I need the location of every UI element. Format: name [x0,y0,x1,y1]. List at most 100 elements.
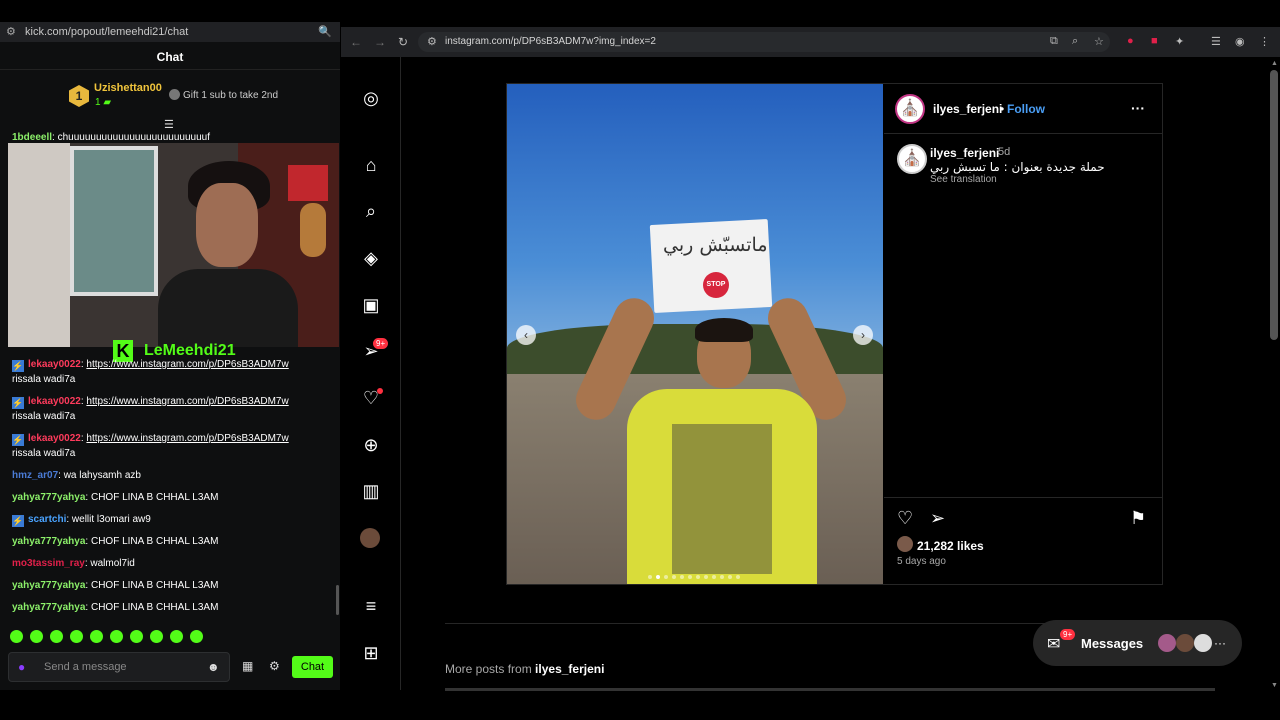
send-chat-button[interactable]: Chat [292,656,333,678]
emote-icon[interactable] [170,630,183,643]
carousel-dot [720,575,724,579]
author-avatar[interactable]: ⛪ [895,94,925,124]
scroll-up-arrow[interactable]: ▲ [1271,60,1278,67]
extension-icon[interactable]: ● [1127,35,1134,47]
sign-text: ماتسبّش ربي [663,234,768,256]
sub-badge-icon: ⚡ [12,515,24,527]
caption-author[interactable]: ilyes_ferjeni [930,146,999,160]
streamer-name-overlay: LeMeehdi21 [144,342,236,359]
more-posts-user[interactable]: ilyes_ferjeni [535,662,604,676]
likes-count[interactable]: 21,282 likes [917,539,984,553]
save-bookmark-icon[interactable]: ⚑ [1130,508,1146,529]
carousel-next-button[interactable]: › [853,325,873,345]
chat-username[interactable]: mo3tassim_ray [12,558,85,569]
explore-icon[interactable]: ◈ [360,247,382,269]
emote-icon[interactable] [190,630,203,643]
chat-link[interactable]: https://www.instagram.com/p/DP6sB3ADM7w [86,396,288,407]
chat-text: rissala wadi7a [12,374,76,385]
chat-username[interactable]: lekaay0022 [28,433,81,444]
site-settings-icon[interactable]: ⚙ [6,22,16,42]
more-posts-prefix: More posts from [445,662,532,676]
profile-avatar[interactable] [360,528,380,548]
store-icon[interactable]: ▦ [242,659,253,673]
adblock-icon[interactable]: ■ [1151,35,1158,47]
like-heart-icon[interactable]: ♡ [897,508,913,529]
emote-icon[interactable] [110,630,123,643]
liker-avatar[interactable] [897,536,913,552]
carousel-dot [664,575,668,579]
scroll-down-arrow[interactable]: ▼ [1271,682,1278,689]
follow-button[interactable]: Follow [1007,102,1045,116]
contact-avatar [1194,634,1212,652]
page-scrollbar[interactable] [1270,70,1278,340]
kick-url-text[interactable]: kick.com/popout/lemeehdi21/chat [25,22,188,42]
more-options-icon[interactable]: ··· [1131,100,1145,116]
reload-icon[interactable]: ↻ [398,35,408,49]
chat-text: CHOF LINA B CHHAL L3AM [90,580,219,591]
chat-username[interactable]: lekaay0022 [28,396,81,407]
mic-icon[interactable]: ● [18,660,25,674]
chat-link[interactable]: https://www.instagram.com/p/DP6sB3ADM7w [86,433,288,444]
menu-icon[interactable]: ⋮ [1259,35,1270,48]
extensions-puzzle-icon[interactable]: ✦ [1175,35,1184,48]
contact-avatar [1158,634,1176,652]
chat-username[interactable]: yahya777yahya [12,492,85,503]
post-image[interactable]: ماتسبّش ربي STOP [507,84,883,584]
emote-icon[interactable] [150,630,163,643]
caption-avatar[interactable]: ⛪ [897,144,927,174]
search-icon[interactable]: ⌕ [360,200,382,222]
chat-scrollbar[interactable] [336,585,339,615]
url-text[interactable]: instagram.com/p/DP6sB3ADM7w?img_index=2 [445,36,656,47]
chat-username[interactable]: yahya777yahya [12,580,85,591]
chat-link[interactable]: https://www.instagram.com/p/DP6sB3ADM7w [86,359,288,370]
share-icon[interactable]: ➢ [930,508,945,529]
gift-sub-cta[interactable]: Gift 1 sub to take 2nd [169,89,278,101]
emote-icon[interactable] [30,630,43,643]
chat-username[interactable]: yahya777yahya [12,536,85,547]
home-icon[interactable]: ⌂ [360,154,382,176]
forward-icon[interactable]: → [374,35,386,49]
emote-icon[interactable] [130,630,143,643]
zoom-icon[interactable]: ⌕ [1072,35,1078,48]
install-app-icon[interactable]: ⧉ [1050,35,1058,48]
emote-icon[interactable] [90,630,103,643]
reels-icon[interactable]: ▣ [360,294,382,316]
emoji-icon[interactable]: ☻ [207,660,220,674]
gear-icon[interactable]: ⚙ [269,659,280,673]
top-gifter-name[interactable]: Uzishettan00 [94,82,162,94]
emote-bar [10,630,210,648]
instagram-logo-icon[interactable]: ◎ [360,87,382,109]
kick-address-bar[interactable]: ⚙ kick.com/popout/lemeehdi21/chat 🔍 [0,22,340,42]
sub-badge-icon: ⚡ [12,434,24,446]
site-info-icon[interactable]: ⚙ [427,35,437,48]
zoom-icon[interactable]: 🔍 [318,22,332,42]
back-icon[interactable]: ← [350,35,362,49]
create-icon[interactable]: ⊕ [360,434,382,456]
more-posts-thumbnails[interactable] [445,688,1215,691]
chat-message: mo3tassim_ray: walmol7id [12,558,135,569]
insights-icon[interactable]: ▥ [360,480,382,502]
see-translation-link[interactable]: See translation [930,174,997,185]
chat-text: rissala wadi7a [12,448,76,459]
chat-username[interactable]: 1bdeeell [12,132,52,143]
chat-message: ⚡ lekaay0022: https://www.instagram.com/p… [12,359,289,372]
post-author[interactable]: ilyes_ferjeni [933,102,1002,116]
chat-input-placeholder[interactable]: Send a message [44,661,127,673]
emote-icon[interactable] [10,630,23,643]
chat-username[interactable]: scartchi [28,514,66,525]
carousel-dot [704,575,708,579]
profile-icon[interactable]: ◉ [1235,35,1245,48]
emote-icon[interactable] [70,630,83,643]
carousel-dot [672,575,676,579]
carousel-prev-button[interactable]: ‹ [516,325,536,345]
chat-text: walmol7id [90,558,135,569]
chat-username[interactable]: hmz_ar07 [12,470,58,481]
emote-icon[interactable] [50,630,63,643]
bookmark-star-icon[interactable]: ☆ [1094,35,1104,48]
chat-filter-icon[interactable]: ☰ [164,118,174,131]
chat-username[interactable]: lekaay0022 [28,359,81,370]
apps-icon[interactable]: ⊞ [360,642,382,664]
media-icon[interactable]: ☰ [1211,35,1221,48]
more-menu-icon[interactable]: ≡ [360,595,382,617]
chat-username[interactable]: yahya777yahya [12,602,85,613]
